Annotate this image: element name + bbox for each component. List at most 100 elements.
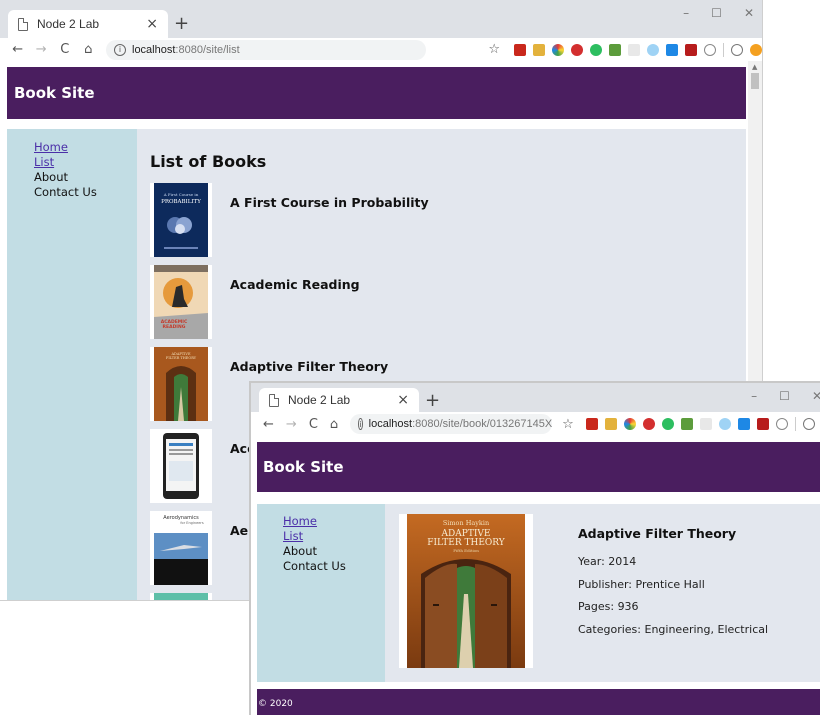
face-extension-icon[interactable] bbox=[775, 418, 788, 430]
url-host: localhost bbox=[132, 43, 176, 56]
new-tab-button[interactable]: + bbox=[174, 13, 189, 34]
menu-extension-icon[interactable] bbox=[750, 43, 762, 56]
color-extension-icon[interactable] bbox=[552, 43, 564, 56]
home-button[interactable]: ⌂ bbox=[330, 417, 338, 432]
page-viewport: Book Site Home List About Contact Us Sim… bbox=[251, 436, 820, 715]
profile-avatar-icon[interactable] bbox=[802, 418, 815, 430]
minimize-button[interactable]: – bbox=[751, 389, 757, 403]
mail-extension-icon[interactable] bbox=[685, 43, 697, 56]
book-title[interactable]: Academic Reading bbox=[230, 277, 360, 292]
blank-extension-icon[interactable] bbox=[628, 43, 640, 56]
svg-text:for Engineers: for Engineers bbox=[180, 521, 204, 525]
back-button[interactable]: ← bbox=[263, 417, 274, 432]
opera-extension-icon[interactable] bbox=[571, 43, 583, 56]
reload-button[interactable]: C bbox=[309, 417, 318, 432]
book-row[interactable]: ACADEMIC READING Academic Reading bbox=[150, 265, 710, 339]
color-extension-icon[interactable] bbox=[623, 418, 636, 430]
book-thumbnail[interactable]: A First Course in PROBABILITY bbox=[150, 183, 212, 257]
acrobat-extension-icon[interactable] bbox=[514, 43, 526, 56]
nav-list-link[interactable]: List bbox=[34, 155, 137, 170]
snowflake-extension-icon[interactable] bbox=[718, 418, 731, 430]
new-tab-button[interactable]: + bbox=[425, 390, 440, 411]
graduation-cap-extension-icon[interactable] bbox=[666, 43, 678, 56]
info-icon[interactable]: i bbox=[358, 418, 363, 430]
page-icon bbox=[269, 393, 279, 407]
extensions-toolbar bbox=[514, 42, 762, 57]
page-title: List of Books bbox=[150, 152, 267, 171]
back-button[interactable]: ← bbox=[12, 42, 24, 57]
blank-extension-icon[interactable] bbox=[699, 418, 712, 430]
adaptive-filter-cover-image: ADAPTIVE FILTER THEORY bbox=[154, 347, 208, 421]
book-thumbnail[interactable]: Aerodynamics for Engineers bbox=[150, 511, 212, 585]
nav-contact: Contact Us bbox=[34, 185, 97, 199]
book-detail: Simon Haykin ADAPTIVE FILTER THEORY Fift… bbox=[385, 504, 820, 682]
bookmark-star-icon[interactable]: ☆ bbox=[488, 42, 500, 57]
book-title[interactable]: Adaptive Filter Theory bbox=[230, 359, 388, 374]
toolbar-separator bbox=[723, 42, 724, 57]
svg-text:READING: READING bbox=[163, 324, 186, 330]
adaptive-filter-cover-image: Simon Haykin ADAPTIVE FILTER THEORY Fift… bbox=[407, 514, 525, 668]
home-button[interactable]: ⌂ bbox=[83, 42, 95, 57]
book-thumbnail[interactable]: ACADEMIC READING bbox=[150, 265, 212, 339]
url-path: :8080/site/book/013267145X bbox=[412, 418, 553, 430]
evernote-extension-icon[interactable] bbox=[590, 43, 602, 56]
acrobat-extension-icon[interactable] bbox=[585, 418, 598, 430]
book-thumbnail[interactable]: ADAPTIVE FILTER THEORY bbox=[150, 347, 212, 421]
bookmark-star-icon[interactable]: ☆ bbox=[562, 417, 574, 432]
scroll-up-arrow-icon[interactable]: ▲ bbox=[752, 63, 757, 71]
book-year: Year: 2014 bbox=[578, 555, 637, 568]
svg-text:Fifth Edition: Fifth Edition bbox=[453, 548, 479, 553]
address-bar[interactable]: i localhost :8080/site/book/013267145X bbox=[350, 414, 553, 434]
book-pages: Pages: 936 bbox=[578, 600, 639, 613]
graduation-cap-extension-icon[interactable] bbox=[737, 418, 750, 430]
forward-button[interactable]: → bbox=[36, 42, 48, 57]
mail-extension-icon[interactable] bbox=[756, 418, 769, 430]
browser-toolbar: ← → C ⌂ i localhost :8080/site/list ☆ bbox=[0, 38, 762, 61]
book-row[interactable]: A First Course in PROBABILITY A First Co… bbox=[150, 183, 710, 257]
info-icon[interactable]: i bbox=[114, 43, 126, 56]
book-title[interactable]: A First Course in Probability bbox=[230, 195, 429, 210]
svg-text:Simon Haykin: Simon Haykin bbox=[443, 519, 489, 527]
minimize-button[interactable]: – bbox=[683, 6, 689, 20]
nav-home-link[interactable]: Home bbox=[34, 140, 137, 155]
close-window-button[interactable]: ✕ bbox=[744, 6, 754, 20]
close-window-button[interactable]: ✕ bbox=[812, 389, 820, 403]
tab-title: Node 2 Lab bbox=[37, 17, 100, 31]
probability-cover-image: A First Course in PROBABILITY bbox=[154, 183, 208, 257]
browser-toolbar: ← → C ⌂ i localhost :8080/site/book/0132… bbox=[251, 412, 820, 436]
maximize-button[interactable]: ☐ bbox=[711, 6, 722, 20]
book-title: Adaptive Filter Theory bbox=[578, 526, 737, 541]
profile-avatar-icon[interactable] bbox=[731, 43, 743, 56]
tab-close-icon[interactable]: × bbox=[397, 392, 409, 408]
aerodynamics-cover-image: Aerodynamics for Engineers bbox=[154, 511, 208, 585]
opera-extension-icon[interactable] bbox=[642, 418, 655, 430]
site-title: Book Site bbox=[263, 458, 344, 476]
js-extension-icon[interactable] bbox=[533, 43, 545, 56]
snowflake-extension-icon[interactable] bbox=[647, 43, 659, 56]
tab-manager-extension-icon[interactable] bbox=[680, 418, 693, 430]
tab-manager-extension-icon[interactable] bbox=[609, 43, 621, 56]
tab-node-2-lab[interactable]: Node 2 Lab × bbox=[8, 10, 168, 38]
face-extension-icon[interactable] bbox=[704, 43, 716, 56]
tab-close-icon[interactable]: × bbox=[146, 16, 158, 32]
forward-button[interactable]: → bbox=[286, 417, 297, 432]
book-publisher: Publisher: Prentice Hall bbox=[578, 577, 705, 591]
sidebar-nav: Home List About Contact Us bbox=[7, 129, 137, 600]
teal-book-cover-image bbox=[154, 593, 208, 600]
book-thumbnail[interactable] bbox=[150, 429, 212, 503]
book-categories: Categories: Engineering, Electrical bbox=[578, 622, 769, 636]
evernote-extension-icon[interactable] bbox=[661, 418, 674, 430]
nav-about: About bbox=[283, 544, 318, 558]
scrollbar-thumb[interactable] bbox=[751, 73, 759, 89]
js-extension-icon[interactable] bbox=[604, 418, 617, 430]
tab-strip: Node 2 Lab × + – ☐ ✕ bbox=[0, 0, 762, 38]
tab-title: Node 2 Lab bbox=[288, 393, 351, 407]
tab-node-2-lab[interactable]: Node 2 Lab × bbox=[259, 388, 419, 412]
nav-list-link[interactable]: List bbox=[283, 529, 385, 544]
maximize-button[interactable]: ☐ bbox=[779, 389, 790, 403]
window-controls: – ☐ ✕ bbox=[751, 389, 820, 403]
address-bar[interactable]: i localhost :8080/site/list bbox=[106, 39, 427, 60]
book-thumbnail[interactable] bbox=[150, 593, 212, 600]
nav-home-link[interactable]: Home bbox=[283, 514, 385, 529]
reload-button[interactable]: C bbox=[59, 42, 71, 57]
